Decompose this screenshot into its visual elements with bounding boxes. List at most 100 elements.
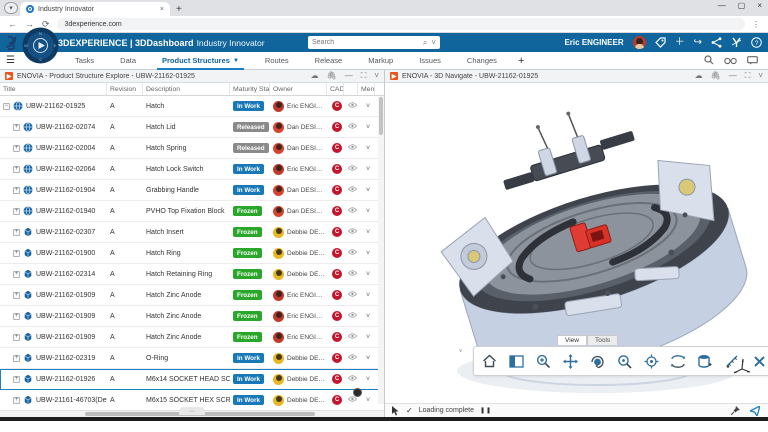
cad-file-icon[interactable]: C bbox=[332, 101, 342, 111]
window-minimize-button[interactable]: — bbox=[718, 1, 726, 10]
window-close-button[interactable]: × bbox=[757, 1, 762, 10]
minimize-icon[interactable]: — bbox=[345, 72, 353, 80]
send-icon[interactable] bbox=[750, 405, 760, 416]
expand-node-icon[interactable]: + bbox=[13, 375, 20, 383]
expand-node-icon[interactable]: + bbox=[13, 291, 20, 299]
chevron-down-icon[interactable]: ˅ bbox=[758, 72, 763, 80]
table-row[interactable]: + UBW-21162-01904 A Grabbing Handle In Work D… bbox=[0, 180, 384, 201]
expand-node-icon[interactable]: + bbox=[13, 354, 20, 362]
toolbar-collapse-icon[interactable]: ˅ bbox=[459, 349, 463, 355]
expand-node-icon[interactable]: + bbox=[13, 396, 20, 404]
visibility-eye-icon[interactable] bbox=[347, 291, 358, 299]
table-row[interactable]: + UBW-21162-02064 A Hatch Lock Switch In Wor… bbox=[0, 159, 384, 180]
table-row[interactable]: + UBW-21162-02319 A O-Ring In Work Debbie DES… bbox=[0, 348, 384, 369]
add-icon[interactable]: ＋ bbox=[675, 37, 685, 48]
row-menu-chevron-icon[interactable]: ˅ bbox=[366, 313, 370, 320]
expand-node-icon[interactable]: + bbox=[13, 123, 20, 131]
cad-file-icon[interactable]: C bbox=[332, 122, 342, 132]
table-row[interactable]: + UBW-21162-01926 A M6x14 SOCKET HEAD SCREW… bbox=[0, 369, 384, 390]
tab-issues[interactable]: Issues bbox=[406, 52, 454, 70]
row-menu-chevron-icon[interactable]: ˅ bbox=[366, 334, 370, 341]
table-row[interactable]: + UBW-21162-02307 A Hatch Insert Frozen Debbi… bbox=[0, 222, 384, 243]
search-bar[interactable]: ⌕ ˅ bbox=[308, 36, 440, 49]
expand-node-icon[interactable]: + bbox=[13, 312, 20, 320]
table-row[interactable]: + UBW-21162-01940 A PVHO Top Fixation Block… bbox=[0, 201, 384, 222]
visibility-eye-icon[interactable] bbox=[347, 396, 358, 404]
expand-icon[interactable]: ⛶ bbox=[361, 72, 367, 80]
expand-node-icon[interactable]: + bbox=[13, 333, 20, 341]
home-icon[interactable] bbox=[481, 353, 497, 369]
row-menu-chevron-icon[interactable]: ˅ bbox=[366, 103, 370, 110]
user-name[interactable]: Eric ENGINEER bbox=[564, 38, 623, 47]
url-field[interactable]: 3dexperience.com bbox=[56, 18, 745, 30]
collapse-handle[interactable]: ︿ bbox=[179, 407, 205, 415]
turntable-icon[interactable] bbox=[670, 353, 686, 369]
swym-icon[interactable] bbox=[731, 37, 742, 48]
expand-node-icon[interactable]: + bbox=[13, 144, 20, 152]
visibility-eye-icon[interactable] bbox=[347, 312, 358, 320]
cad-file-icon[interactable]: C bbox=[332, 353, 342, 363]
visibility-eye-icon[interactable] bbox=[347, 270, 358, 278]
column-owner[interactable]: Owner bbox=[270, 83, 327, 95]
cad-file-icon[interactable]: C bbox=[332, 269, 342, 279]
anchor-badge[interactable] bbox=[353, 388, 362, 397]
attach-icon[interactable]: 🖇 bbox=[327, 72, 337, 80]
visibility-eye-icon[interactable] bbox=[347, 186, 358, 194]
expand-node-icon[interactable]: + bbox=[13, 249, 20, 257]
row-menu-chevron-icon[interactable]: ˅ bbox=[366, 208, 370, 215]
cad-file-icon[interactable]: C bbox=[332, 206, 342, 216]
user-avatar[interactable] bbox=[632, 36, 646, 49]
visibility-eye-icon[interactable] bbox=[347, 228, 358, 236]
tab-list-caret[interactable]: ▾ bbox=[4, 2, 18, 14]
row-menu-chevron-icon[interactable]: ˅ bbox=[366, 397, 370, 404]
row-menu-chevron-icon[interactable]: ˅ bbox=[366, 376, 370, 383]
visibility-eye-icon[interactable] bbox=[347, 123, 358, 131]
tab-release[interactable]: Release bbox=[302, 52, 356, 70]
column-revision[interactable]: Revision bbox=[107, 83, 143, 95]
tab-product-structures[interactable]: Product Structures ▼ bbox=[149, 52, 252, 70]
tab-markup[interactable]: Markup bbox=[355, 52, 406, 70]
compass-icon[interactable]: N S W E bbox=[22, 27, 59, 64]
cad-file-icon[interactable]: C bbox=[332, 395, 342, 405]
table-row[interactable]: + UBW-21162-02314 A Hatch Retaining Ring Fro… bbox=[0, 264, 384, 285]
tab-changes[interactable]: Changes bbox=[454, 52, 510, 70]
zoom-area-icon[interactable] bbox=[616, 353, 632, 369]
select-cursor-icon[interactable] bbox=[391, 405, 400, 416]
comment-icon[interactable] bbox=[747, 52, 758, 70]
column-title[interactable]: Title bbox=[0, 83, 107, 95]
search-caret-icon[interactable]: ˅ bbox=[431, 38, 436, 47]
table-row[interactable]: − UBW-21162-01925 A Hatch In Work Eric ENGINE… bbox=[0, 96, 384, 117]
cad-file-icon[interactable]: C bbox=[332, 311, 342, 321]
table-row[interactable]: + UBW-21162-01909 A Hatch Zinc Anode Frozen E… bbox=[0, 306, 384, 327]
cad-file-icon[interactable]: C bbox=[332, 164, 342, 174]
table-row[interactable]: + UBW-21162-01900 A Hatch Ring Frozen Debbie … bbox=[0, 243, 384, 264]
viewer-tab-view[interactable]: View bbox=[557, 335, 587, 345]
column-maturity-state[interactable]: Maturity State bbox=[230, 83, 270, 95]
add-tab-button[interactable]: + bbox=[510, 55, 532, 67]
visibility-eye-icon[interactable] bbox=[347, 375, 358, 383]
row-menu-chevron-icon[interactable]: ˅ bbox=[366, 166, 370, 173]
table-row[interactable]: + UBW-21162-01909 A Hatch Zinc Anode Frozen E… bbox=[0, 327, 384, 348]
tag-icon[interactable] bbox=[654, 37, 666, 48]
visibility-eye-icon[interactable] bbox=[347, 354, 358, 362]
row-menu-chevron-icon[interactable]: ˅ bbox=[366, 271, 370, 278]
pin-icon[interactable] bbox=[731, 406, 740, 415]
viewer-tab-tools[interactable]: Tools bbox=[586, 335, 619, 345]
row-menu-chevron-icon[interactable]: ˅ bbox=[366, 124, 370, 131]
visibility-eye-icon[interactable] bbox=[347, 333, 358, 341]
3d-viewport[interactable]: View Tools ˅ bbox=[385, 83, 768, 403]
chevron-down-icon[interactable]: ˅ bbox=[374, 72, 379, 80]
row-menu-chevron-icon[interactable]: ˅ bbox=[366, 187, 370, 194]
table-row[interactable]: + UBW-21162-01909 A Hatch Zinc Anode Frozen E… bbox=[0, 285, 384, 306]
cad-file-icon[interactable]: C bbox=[332, 332, 342, 342]
cad-file-icon[interactable]: C bbox=[332, 227, 342, 237]
pan-icon[interactable] bbox=[562, 353, 578, 369]
row-menu-chevron-icon[interactable]: ˅ bbox=[366, 145, 370, 152]
column-menu[interactable]: Menu bbox=[358, 83, 375, 95]
share-network-icon[interactable] bbox=[711, 37, 722, 48]
close-tab-icon[interactable]: × bbox=[160, 6, 164, 13]
center-icon[interactable] bbox=[643, 353, 659, 369]
tab-routes[interactable]: Routes bbox=[252, 52, 302, 70]
browser-tab[interactable]: Industry Innovator × bbox=[20, 2, 170, 16]
table-row[interactable]: + UBW-21162-02004 A Hatch Spring Released Dan… bbox=[0, 138, 384, 159]
